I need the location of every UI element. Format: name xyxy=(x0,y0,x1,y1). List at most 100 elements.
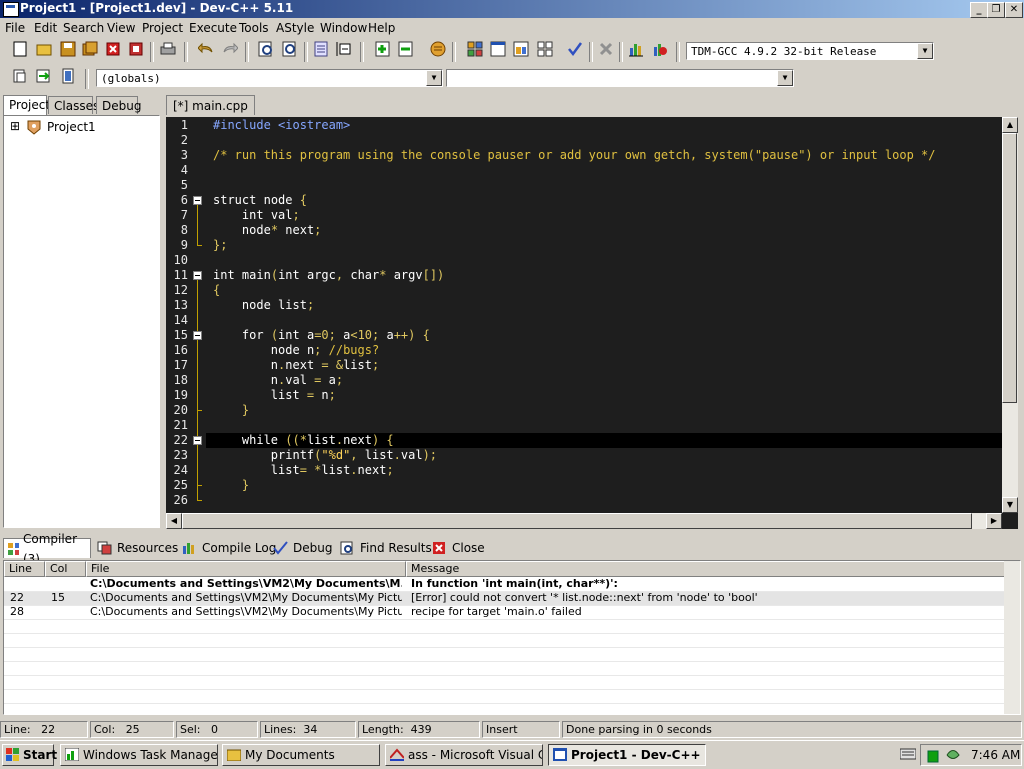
menu-tools[interactable]: Tools xyxy=(239,21,269,35)
vertical-scrollbar[interactable]: ▲ ▼ xyxy=(1002,117,1018,513)
code-line[interactable]: }; xyxy=(213,238,227,253)
menu-edit[interactable]: Edit xyxy=(34,21,57,35)
tab-compiler[interactable]: Compiler (3) xyxy=(3,532,91,566)
stop-execution-icon[interactable] xyxy=(596,39,616,59)
indent-icon[interactable] xyxy=(311,39,331,59)
unindent-icon[interactable] xyxy=(334,39,354,59)
save-icon[interactable] xyxy=(58,39,78,59)
fold-toggle-icon[interactable] xyxy=(193,331,202,340)
compiler-select[interactable]: TDM-GCC 4.9.2 32-bit Release ▼ xyxy=(686,42,934,60)
tab-debug[interactable]: Debug xyxy=(96,96,141,114)
undo-icon[interactable] xyxy=(196,39,216,59)
tray-app-icon[interactable] xyxy=(945,748,961,768)
scroll-left-icon[interactable]: ◀ xyxy=(166,513,182,529)
compile-run-icon[interactable] xyxy=(511,39,531,59)
code-line[interactable]: { xyxy=(213,283,220,298)
scroll-down-icon[interactable]: ▼ xyxy=(1002,497,1018,513)
code-line[interactable]: /* run this program using the console pa… xyxy=(213,148,935,163)
scroll-right-icon[interactable]: ▶ xyxy=(986,513,1002,529)
delete-profile-icon[interactable] xyxy=(650,39,670,59)
code-line[interactable]: printf("%d", list.val); xyxy=(213,448,437,463)
task-visual-cpp[interactable]: ass - Microsoft Visual C+... xyxy=(385,744,543,766)
scroll-thumb[interactable] xyxy=(1002,133,1017,403)
menu-window[interactable]: Window xyxy=(320,21,367,35)
code-line[interactable]: node n; //bugs? xyxy=(213,343,379,358)
fold-toggle-icon[interactable] xyxy=(193,436,202,445)
expand-icon[interactable]: ⊞ xyxy=(10,120,20,132)
fold-toggle-icon[interactable] xyxy=(193,196,202,205)
tab-resources[interactable]: Resources xyxy=(97,538,178,558)
replace-icon[interactable] xyxy=(280,39,300,59)
column-header-message[interactable]: Message xyxy=(406,561,1006,577)
chevron-down-icon[interactable]: ▼ xyxy=(426,70,442,86)
code-line[interactable]: } xyxy=(213,478,249,493)
menu-file[interactable]: File xyxy=(5,21,25,35)
chevron-down-icon[interactable]: ▼ xyxy=(777,70,793,86)
network-icon[interactable] xyxy=(927,749,939,769)
close-button[interactable]: ✕ xyxy=(1005,2,1023,18)
tab-main-cpp[interactable]: [*] main.cpp xyxy=(166,95,255,115)
chevron-down-icon[interactable]: ▼ xyxy=(917,43,933,59)
add-to-project-icon[interactable] xyxy=(373,39,393,59)
tab-debug-output[interactable]: Debug xyxy=(273,538,332,558)
task-my-documents[interactable]: My Documents xyxy=(222,744,380,766)
scroll-thumb[interactable] xyxy=(182,513,972,529)
start-button[interactable]: Start xyxy=(2,744,57,766)
tab-classes[interactable]: Classes xyxy=(48,96,99,114)
menu-search[interactable]: Search xyxy=(63,21,104,35)
project-options-icon[interactable] xyxy=(428,39,448,59)
code-line[interactable]: while ((*list.next) { xyxy=(213,433,394,448)
code-editor[interactable]: 1 2 3 4 5 6 7 8 9 10 11 12 13 14 15 16 17 18 19 20 21 22 23 24 2… xyxy=(166,117,1018,529)
maximize-button[interactable]: ❐ xyxy=(987,2,1005,18)
code-line[interactable]: n.next = &list; xyxy=(213,358,379,373)
clock[interactable]: 7:46 AM xyxy=(971,745,1020,765)
tree-item-project1[interactable]: Project1 xyxy=(47,120,96,134)
run-icon[interactable] xyxy=(488,39,508,59)
open-folder-icon[interactable] xyxy=(34,39,54,59)
code-line[interactable]: node* next; xyxy=(213,223,322,238)
column-header-col[interactable]: Col xyxy=(45,561,86,577)
tab-project[interactable]: Project xyxy=(3,95,50,115)
redo-icon[interactable] xyxy=(220,39,240,59)
code-line[interactable]: list = n; xyxy=(213,388,336,403)
column-header-line[interactable]: Line xyxy=(4,561,45,577)
table-row[interactable]: 28 C:\Documents and Settings\VM2\My Docu… xyxy=(4,605,1004,619)
code-line[interactable]: struct node { xyxy=(213,193,307,208)
new-file-icon[interactable] xyxy=(10,39,30,59)
code-line[interactable]: list= *list.next; xyxy=(213,463,394,478)
code-line[interactable]: node list; xyxy=(213,298,314,313)
task-dev-cpp[interactable]: Project1 - Dev-C++ xyxy=(548,744,706,766)
code-line[interactable]: int val; xyxy=(213,208,300,223)
goto-definition-icon[interactable] xyxy=(34,66,54,86)
minimize-button[interactable]: _ xyxy=(970,2,988,18)
code-line[interactable]: int main(int argc, char* argv[]) xyxy=(213,268,444,283)
compile-icon[interactable] xyxy=(465,39,485,59)
menu-execute[interactable]: Execute xyxy=(189,21,237,35)
menu-view[interactable]: View xyxy=(107,21,135,35)
tab-find-results[interactable]: Find Results xyxy=(340,538,432,558)
tab-compile-log[interactable]: Compile Log xyxy=(182,538,276,558)
remove-from-project-icon[interactable] xyxy=(396,39,416,59)
save-all-icon[interactable] xyxy=(80,39,100,59)
menu-astyle[interactable]: AStyle xyxy=(276,21,314,35)
rebuild-all-icon[interactable] xyxy=(535,39,555,59)
member-select[interactable]: ▼ xyxy=(446,69,794,87)
fold-toggle-icon[interactable] xyxy=(193,271,202,280)
syntax-check-icon[interactable] xyxy=(565,39,585,59)
column-header-file[interactable]: File xyxy=(86,561,406,577)
close-all-icon[interactable] xyxy=(126,39,146,59)
tab-close[interactable]: Close xyxy=(432,538,485,558)
scroll-up-icon[interactable]: ▲ xyxy=(1002,117,1018,133)
code-line[interactable]: } xyxy=(213,403,249,418)
class-browser-icon[interactable] xyxy=(58,66,78,86)
code-line[interactable]: #include <iostream> xyxy=(213,118,350,133)
messages-scrollbar[interactable] xyxy=(1004,561,1020,714)
table-row[interactable]: C:\Documents and Settings\VM2\My Documen… xyxy=(4,577,1004,591)
find-icon[interactable] xyxy=(256,39,276,59)
code-line[interactable]: n.val = a; xyxy=(213,373,343,388)
menu-help[interactable]: Help xyxy=(368,21,395,35)
task-windows-task-manager[interactable]: Windows Task Manager xyxy=(60,744,218,766)
print-icon[interactable] xyxy=(158,39,178,59)
horizontal-scrollbar[interactable]: ◀ ▶ xyxy=(166,513,1002,529)
goto-declaration-icon[interactable] xyxy=(10,66,30,86)
